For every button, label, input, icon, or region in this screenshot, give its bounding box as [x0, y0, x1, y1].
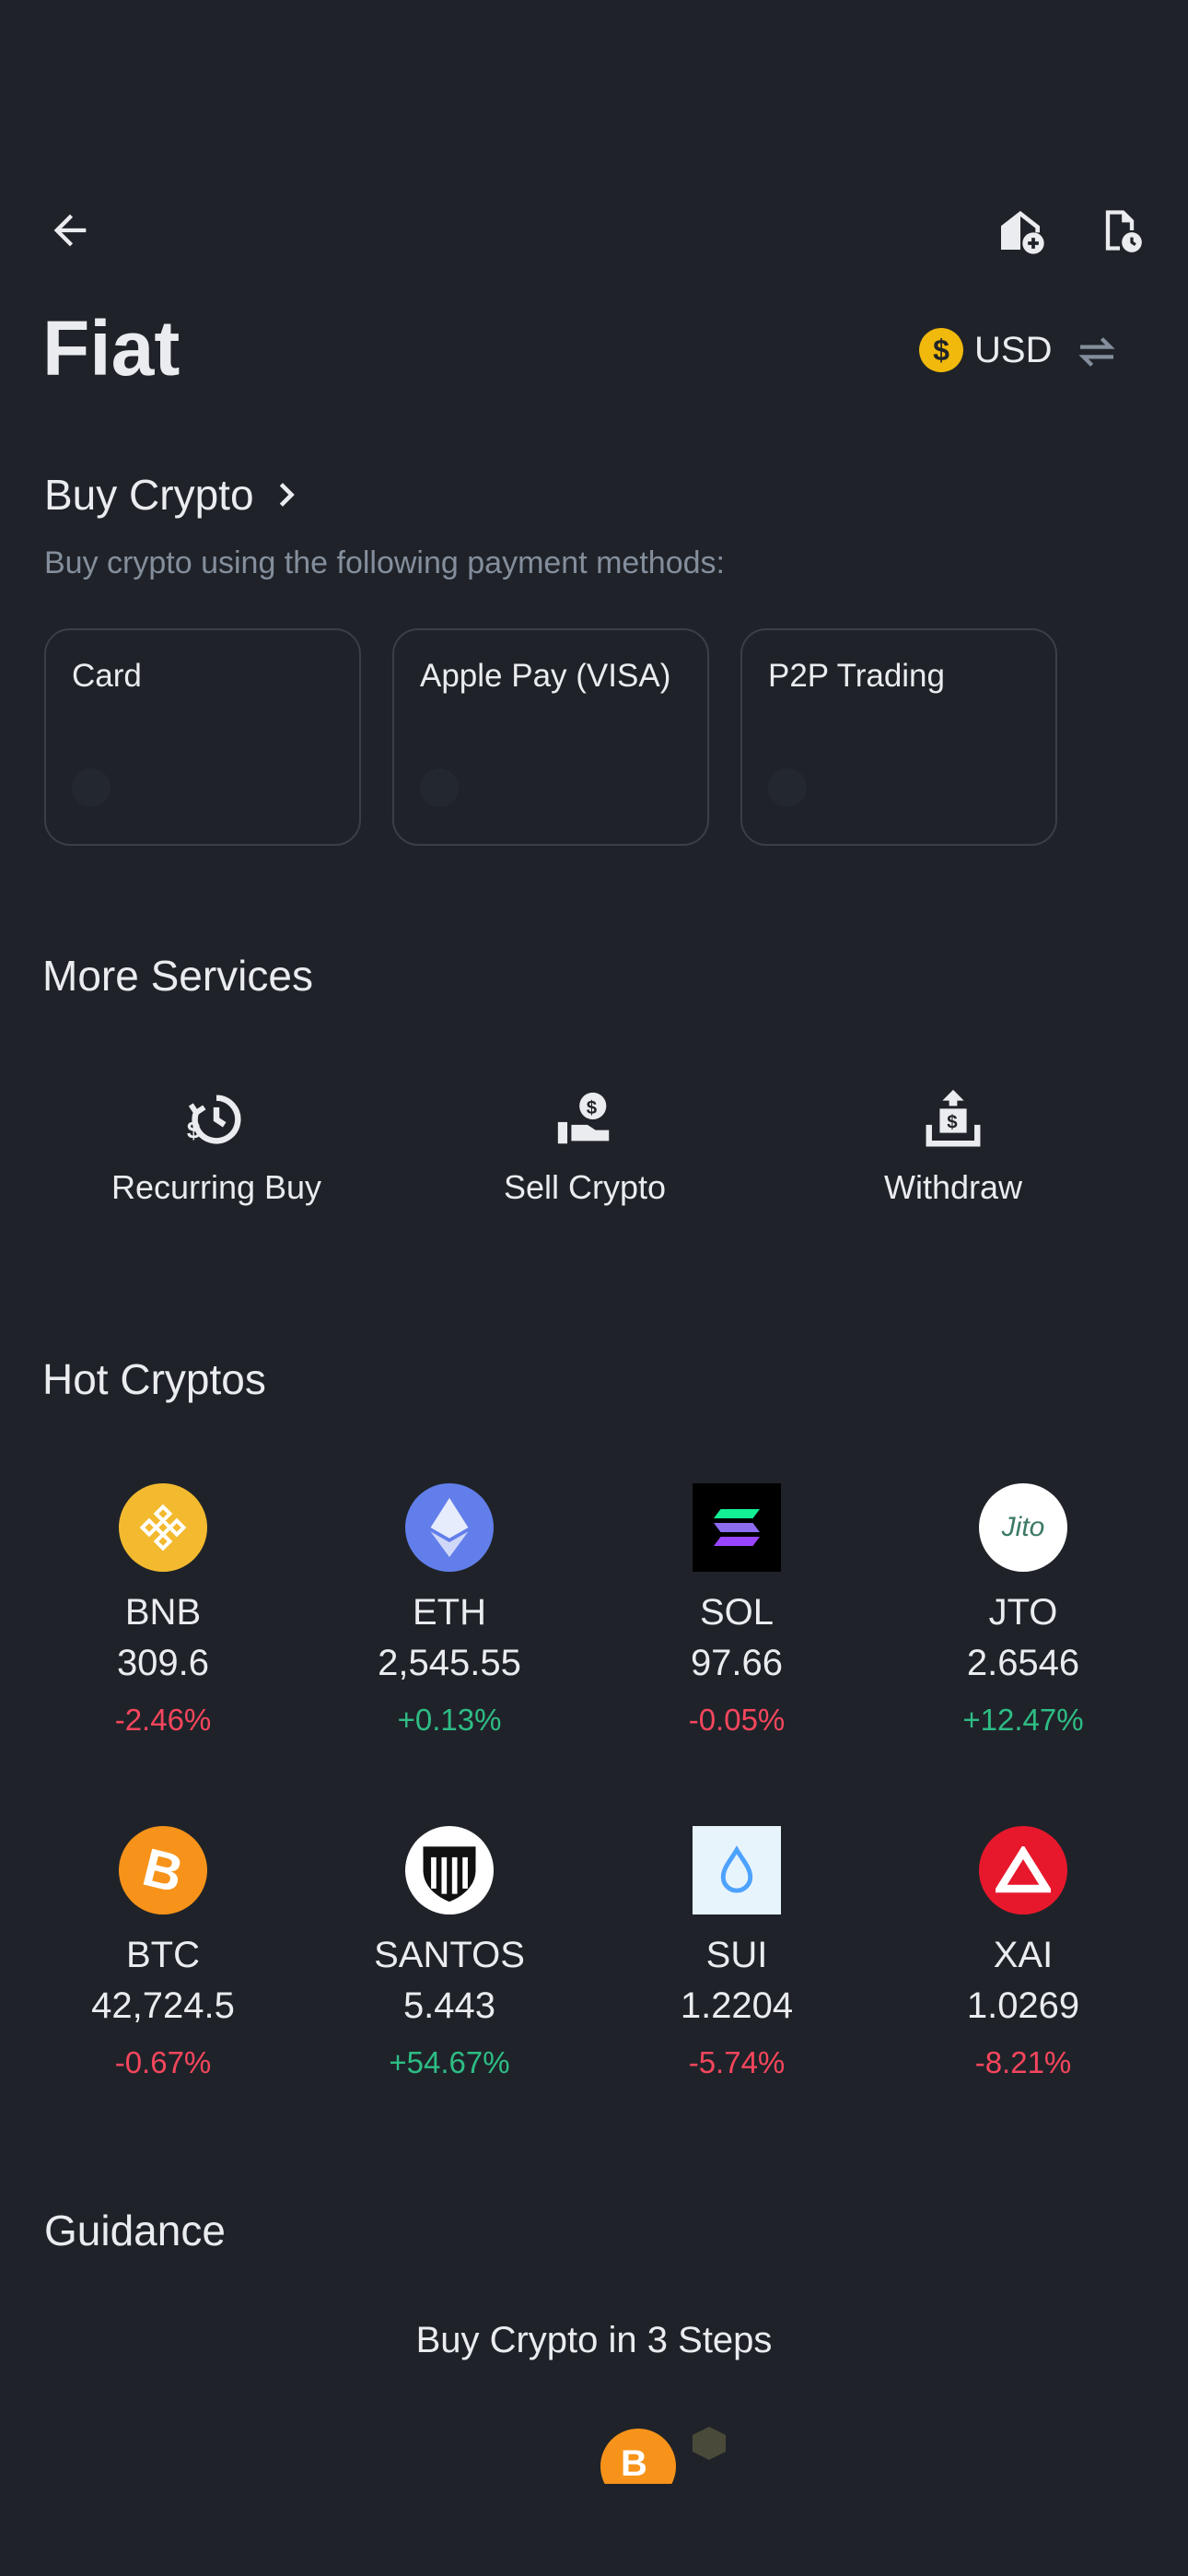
card-icon	[72, 768, 111, 807]
payment-method-apple-pay[interactable]: Apple Pay (VISA)	[392, 628, 709, 846]
service-recurring-buy[interactable]: $ Recurring Buy	[32, 1087, 401, 1207]
eth-logo-icon	[405, 1483, 494, 1572]
payment-method-label: P2P Trading	[768, 658, 945, 694]
coin-symbol: SUI	[705, 1935, 768, 1975]
coin-card-sui[interactable]: SUI 1.2204 -5.74%	[594, 1826, 879, 2080]
coin-price: 2,545.55	[378, 1643, 521, 1683]
swap-arrows-icon	[1078, 337, 1115, 367]
guidance-card-title[interactable]: Buy Crypto in 3 Steps	[0, 2320, 1188, 2361]
cube-icon	[693, 2427, 726, 2460]
swap-currency-button[interactable]	[1074, 332, 1120, 372]
coin-price: 5.443	[402, 1985, 496, 2026]
more-services-title: More Services	[42, 952, 313, 1000]
guidance-title: Guidance	[44, 2207, 226, 2254]
apple-pay-icon	[420, 768, 459, 807]
coin-symbol: SOL	[699, 1592, 775, 1633]
santos-logo-icon	[405, 1826, 494, 1914]
payment-method-label: Card	[72, 658, 142, 694]
coin-change: -2.46%	[114, 1703, 212, 1737]
coin-card-xai[interactable]: XAI 1.0269 -8.21%	[880, 1826, 1166, 2080]
xai-logo-icon	[979, 1826, 1067, 1914]
service-sell-crypto[interactable]: $ Sell Crypto	[401, 1087, 769, 1207]
coin-price: 97.66	[690, 1643, 784, 1683]
coin-change: +0.13%	[397, 1703, 502, 1737]
coin-symbol: BNB	[124, 1592, 202, 1633]
coin-price: 309.6	[116, 1643, 210, 1683]
jto-logo-icon: Jito	[979, 1483, 1067, 1572]
coin-price: 2.6546	[966, 1643, 1080, 1683]
sol-logo-icon	[693, 1483, 781, 1572]
coin-change: -0.05%	[688, 1703, 786, 1737]
bnb-logo-icon	[119, 1483, 207, 1572]
hot-cryptos-title: Hot Cryptos	[42, 1355, 266, 1403]
coin-symbol: BTC	[126, 1935, 200, 1975]
arrow-left-icon	[53, 214, 87, 247]
dollar-coin-icon: $	[919, 328, 963, 372]
bitcoin-coin-icon: B	[600, 2429, 676, 2484]
coin-price: 1.0269	[966, 1985, 1080, 2026]
coin-change: -0.67%	[114, 2045, 212, 2079]
coin-symbol: JTO	[988, 1592, 1058, 1633]
service-label: Recurring Buy	[111, 1168, 322, 1206]
payment-method-p2p[interactable]: P2P Trading	[740, 628, 1057, 846]
coin-card-santos[interactable]: SANTOS 5.443 +54.67%	[307, 1826, 592, 2080]
service-label: Sell Crypto	[503, 1168, 667, 1206]
chevron-right-icon	[279, 483, 295, 507]
service-label: Withdraw	[883, 1168, 1023, 1206]
coin-card-jto[interactable]: Jito JTO 2.6546 +12.47%	[880, 1483, 1166, 1738]
recurring-dollar-icon: $	[187, 1095, 241, 1144]
sui-logo-icon	[693, 1826, 781, 1914]
currency-label: USD	[974, 329, 1053, 370]
coin-price: 42,724.5	[91, 1985, 235, 2026]
buy-crypto-title: Buy Crypto	[44, 471, 254, 519]
buy-crypto-subtitle: Buy crypto using the following payment m…	[44, 545, 725, 580]
service-withdraw[interactable]: $ Withdraw	[769, 1087, 1137, 1207]
coin-change: +12.47%	[962, 1703, 1084, 1737]
svg-text:$: $	[187, 1116, 201, 1143]
coin-change: -5.74%	[688, 2045, 786, 2079]
svg-text:$: $	[587, 1098, 598, 1118]
p2p-icon	[768, 768, 807, 807]
btc-logo-icon: B	[119, 1826, 207, 1914]
coin-change: +54.67%	[389, 2045, 510, 2079]
coin-card-btc[interactable]: B BTC 42,724.5 -0.67%	[20, 1826, 306, 2080]
payment-method-card[interactable]: Card	[44, 628, 361, 846]
currency-selector[interactable]: $ USD	[919, 328, 1052, 372]
payment-method-label: Apple Pay (VISA)	[420, 658, 671, 694]
document-clock-icon	[1105, 210, 1142, 252]
coin-card-sol[interactable]: SOL 97.66 -0.05%	[594, 1483, 879, 1738]
coin-symbol: SANTOS	[374, 1935, 525, 1975]
coin-card-eth[interactable]: ETH 2,545.55 +0.13%	[307, 1483, 592, 1738]
back-button[interactable]	[41, 201, 99, 260]
buy-crypto-link[interactable]: Buy Crypto	[44, 470, 298, 520]
withdraw-icon: $	[926, 1089, 981, 1147]
coin-price: 1.2204	[680, 1985, 794, 2026]
coin-symbol: ETH	[413, 1592, 486, 1633]
hand-dollar-icon: $	[557, 1092, 610, 1144]
coin-symbol: XAI	[993, 1935, 1054, 1975]
coin-card-bnb[interactable]: BNB 309.6 -2.46%	[20, 1483, 306, 1738]
home-add-icon	[1001, 211, 1044, 254]
svg-text:$: $	[947, 1113, 958, 1133]
coin-change: -8.21%	[974, 2045, 1072, 2079]
page-title: Fiat	[42, 305, 181, 392]
add-to-home-button[interactable]	[991, 201, 1050, 260]
guidance-illustration: B	[589, 2421, 737, 2484]
order-history-button[interactable]	[1090, 201, 1149, 260]
